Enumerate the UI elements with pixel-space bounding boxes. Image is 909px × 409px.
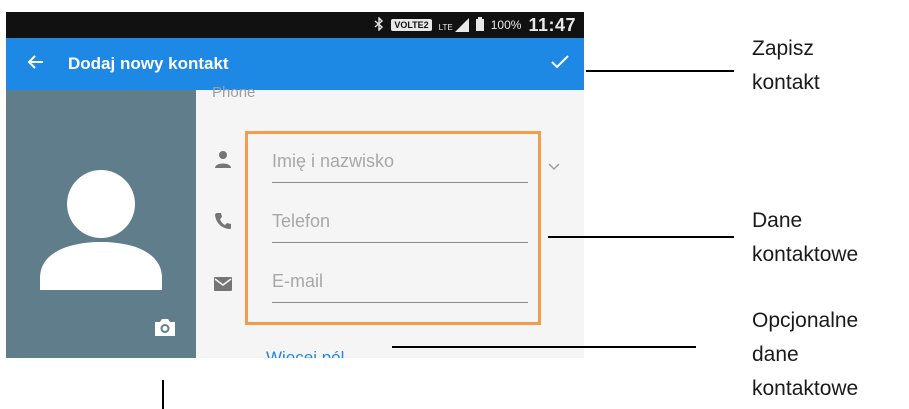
save-button[interactable] [546, 50, 574, 78]
save-callout: Zapisz kontakt [752, 32, 820, 100]
optional-callout-line [392, 346, 696, 348]
clock: 11:47 [528, 14, 576, 35]
section-label: Phone [212, 84, 256, 101]
avatar-placeholder-icon [40, 170, 162, 295]
email-icon [214, 277, 232, 296]
camera-icon [154, 317, 176, 342]
contact-callout: Dane kontaktowe [752, 204, 858, 272]
battery-percent: 100% [490, 18, 522, 32]
page-title: Dodaj nowy kontakt [68, 54, 229, 73]
signal-icon: LTE [439, 18, 469, 32]
optional-callout: Opcjonalne dane kontaktowe [752, 304, 858, 406]
contact-fields-highlight [245, 131, 541, 325]
change-photo-button[interactable] [152, 316, 178, 342]
optional-callout-line3: kontaktowe [752, 377, 859, 400]
arrow-back-icon [27, 53, 45, 76]
save-callout-line1: Zapisz [752, 37, 814, 60]
contact-photo-panel[interactable] [6, 90, 196, 358]
optional-callout-line2: dane [752, 343, 799, 366]
contact-callout-line2: kontaktowe [752, 243, 859, 266]
status-icons: VOLTE2 LTE 100% 11:47 [374, 12, 576, 38]
optional-callout-line1: Opcjonalne [752, 309, 859, 332]
contact-callout-line [548, 236, 734, 238]
save-callout-line2: kontakt [752, 71, 820, 94]
save-callout-line [586, 70, 734, 72]
status-bar: VOLTE2 LTE 100% 11:47 [6, 12, 584, 38]
check-icon [550, 54, 570, 75]
back-button[interactable] [22, 50, 50, 78]
chevron-down-icon[interactable] [548, 158, 560, 176]
more-fields-link[interactable]: Więcej pól [266, 348, 344, 358]
network-badge: VOLTE2 [391, 19, 432, 31]
contact-callout-line1: Dane [752, 209, 803, 232]
photo-callout-line [162, 380, 164, 409]
person-icon [214, 150, 232, 173]
signal-label: LTE [438, 23, 453, 32]
bluetooth-icon [374, 15, 384, 34]
app-bar: Dodaj nowy kontakt [6, 38, 584, 90]
battery-icon [475, 16, 484, 34]
phone-icon [214, 212, 232, 235]
